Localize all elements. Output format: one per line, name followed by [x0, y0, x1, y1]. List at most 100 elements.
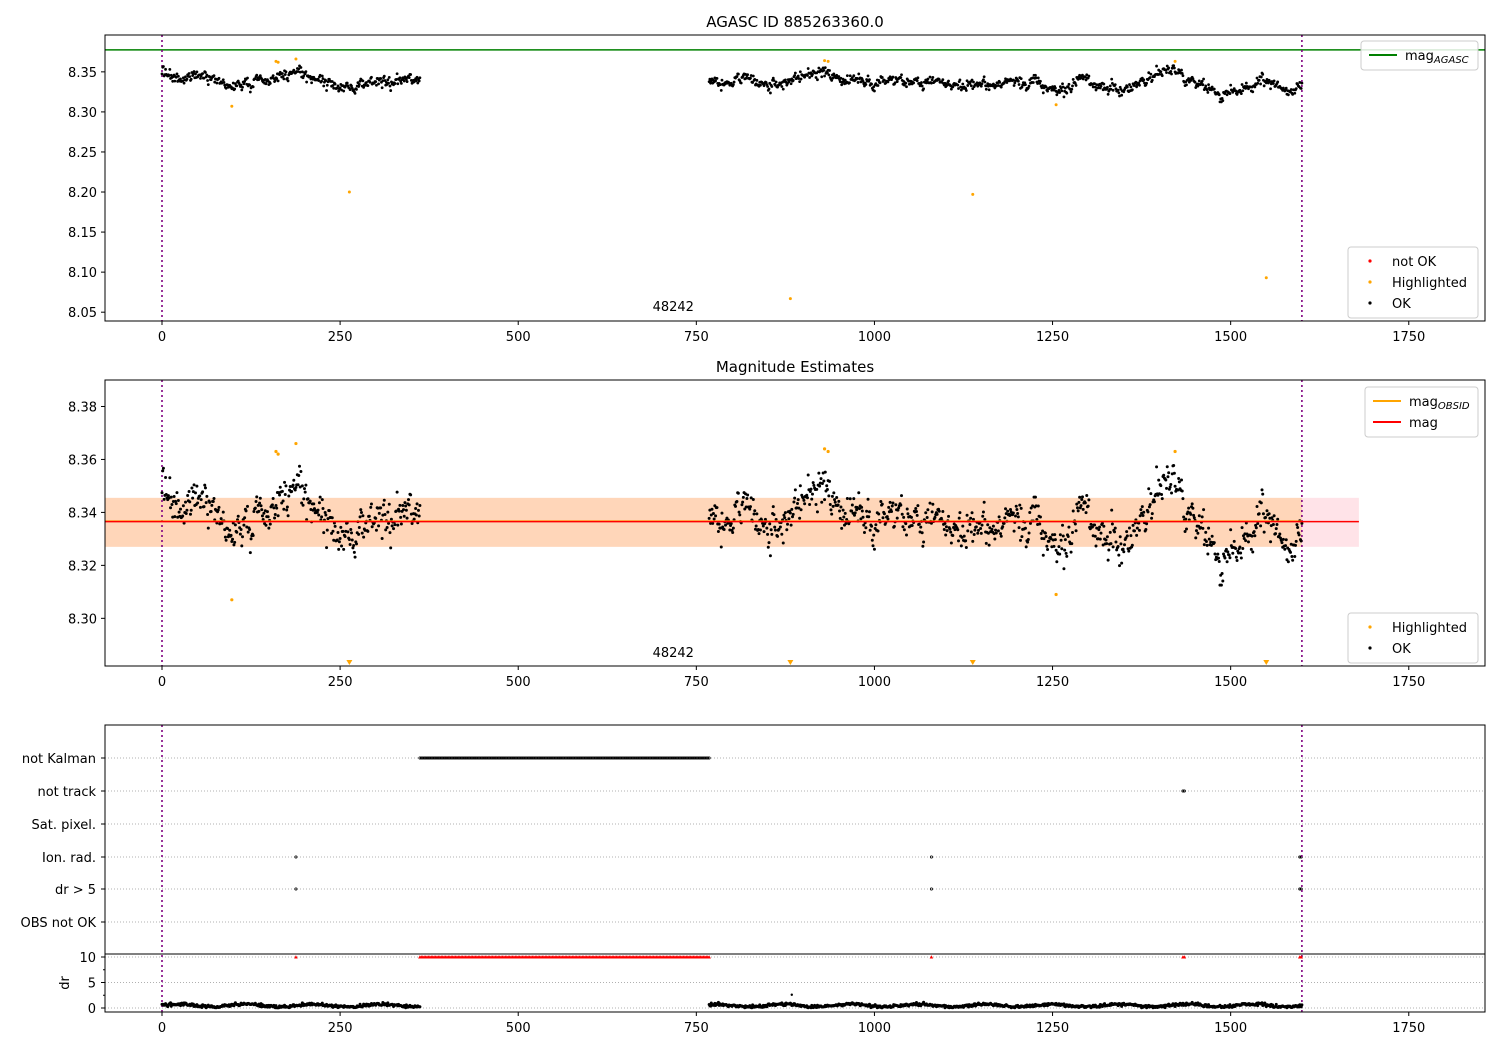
ok-point — [1197, 514, 1201, 518]
ok-point — [961, 82, 965, 86]
ok-point — [1117, 91, 1121, 95]
ok-point — [999, 85, 1003, 89]
ok-point — [322, 84, 326, 88]
ok-point — [240, 544, 244, 548]
ok-point — [233, 87, 237, 91]
ok-point — [221, 510, 225, 514]
ok-point — [1105, 535, 1109, 539]
ok-point — [957, 539, 961, 543]
ok-point — [866, 74, 870, 78]
ok-point — [228, 528, 232, 532]
highlighted-point — [822, 447, 827, 451]
ok-point — [902, 515, 906, 519]
ok-point — [339, 525, 343, 529]
ok-point — [352, 544, 356, 548]
ok-point — [1155, 64, 1158, 68]
ok-point — [1113, 83, 1117, 87]
ok-point — [377, 511, 381, 515]
ok-point — [890, 504, 894, 508]
ok-point — [367, 514, 371, 518]
ok-point — [1145, 81, 1148, 85]
ok-point — [223, 535, 227, 539]
panel1-xtick-label: 750 — [684, 330, 709, 345]
ok-point — [278, 493, 282, 497]
ok-point — [926, 508, 930, 512]
ok-point — [872, 533, 876, 537]
ok-point — [187, 72, 191, 75]
ok-point — [320, 515, 324, 519]
ok-point — [399, 522, 403, 526]
flag-point — [294, 887, 298, 891]
ok-point — [161, 469, 165, 473]
ok-point — [904, 522, 908, 526]
ok-point — [766, 85, 769, 88]
ok-point — [969, 516, 973, 520]
ok-point — [850, 503, 854, 507]
ok-point — [164, 476, 168, 480]
ok-point — [757, 532, 761, 536]
ok-point — [395, 490, 399, 494]
ok-point — [168, 67, 172, 71]
ok-point — [787, 517, 791, 521]
ok-point — [1148, 503, 1152, 507]
ok-point — [793, 71, 797, 75]
flag-point — [294, 855, 298, 859]
ok-point — [1004, 507, 1008, 511]
ok-point — [1221, 579, 1225, 583]
ok-point — [819, 477, 823, 481]
ok-point — [260, 514, 264, 518]
panel1-legend-label: not OK — [1392, 255, 1437, 270]
panel2-xtick-label: 1250 — [1036, 675, 1069, 690]
ok-point — [735, 500, 739, 504]
ok-point — [402, 79, 406, 83]
ok-point — [793, 488, 797, 492]
ok-point — [1014, 504, 1018, 508]
ok-point — [188, 500, 192, 504]
panel1-legend-marker — [1368, 301, 1372, 305]
ok-point — [1138, 83, 1141, 87]
ok-point — [912, 81, 916, 85]
ok-point — [789, 82, 793, 86]
ok-point — [715, 506, 719, 510]
ok-point — [827, 494, 831, 498]
ok-point — [417, 79, 421, 83]
ok-point — [320, 79, 323, 83]
ok-point — [1256, 81, 1260, 85]
ok-point — [174, 502, 178, 506]
ok-point — [1127, 549, 1131, 553]
ok-point — [325, 83, 329, 87]
ok-point — [1150, 512, 1154, 516]
ok-point — [738, 513, 742, 517]
ok-point — [1085, 493, 1089, 497]
ok-point — [1080, 497, 1084, 501]
ok-point — [881, 516, 885, 520]
ok-point — [1145, 522, 1149, 526]
ok-point — [169, 495, 173, 499]
ok-point — [188, 75, 192, 79]
ok-point — [349, 527, 353, 531]
ok-point — [241, 535, 245, 539]
ok-point — [961, 524, 965, 528]
ok-point — [716, 530, 720, 534]
ok-point — [1108, 84, 1112, 88]
ok-point — [1054, 548, 1058, 552]
ok-point — [1267, 512, 1271, 516]
ok-point — [1244, 539, 1248, 543]
ok-point — [860, 505, 864, 509]
ok-point — [1283, 547, 1287, 551]
ok-point — [160, 72, 164, 76]
ok-point — [242, 523, 246, 527]
ok-point — [317, 501, 321, 505]
panel1-legend-label: OK — [1392, 297, 1411, 312]
ok-point — [735, 75, 739, 78]
ok-point — [1172, 64, 1176, 68]
ok-point — [369, 505, 373, 509]
ok-point — [916, 76, 920, 80]
ok-point — [1286, 93, 1290, 97]
ok-point — [396, 82, 400, 86]
panel2-legend-label: Highlighted — [1392, 621, 1467, 636]
ok-point — [1028, 510, 1032, 514]
ok-point — [828, 479, 832, 483]
panel1-ytick-label: 8.35 — [68, 66, 97, 81]
ok-point — [986, 523, 990, 527]
